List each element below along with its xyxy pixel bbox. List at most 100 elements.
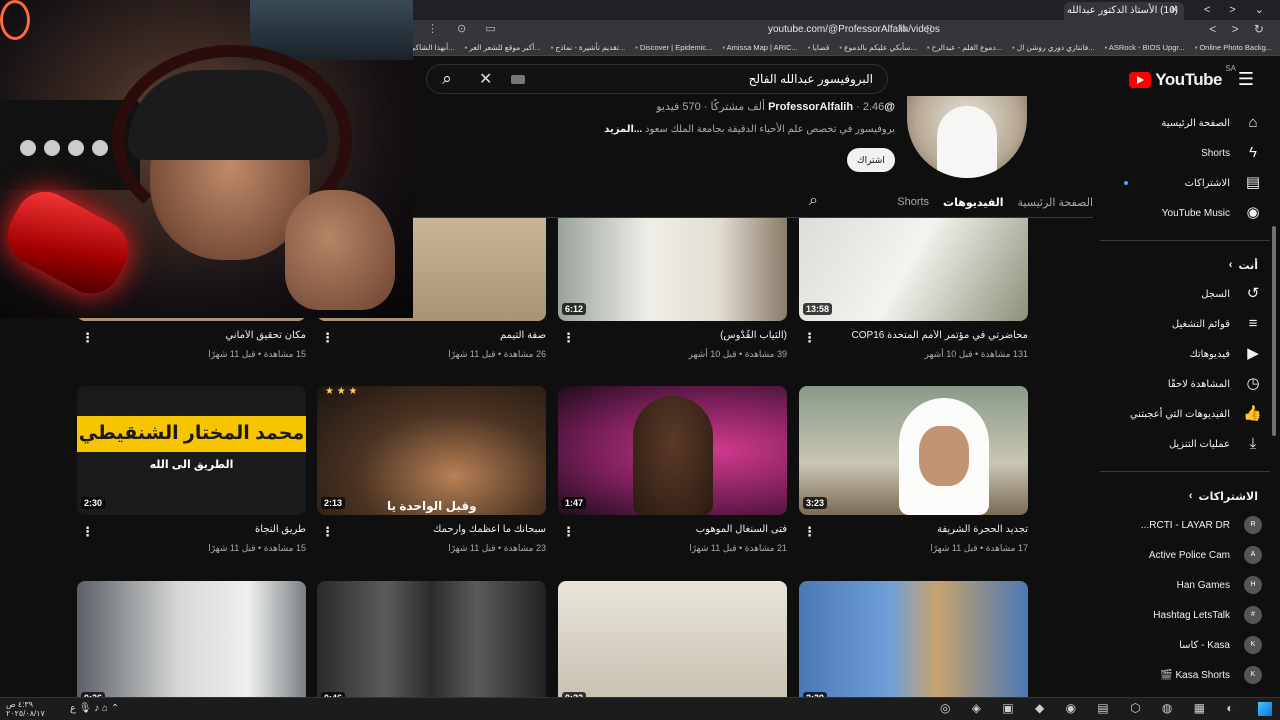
- channel-avatar-icon: R: [1244, 516, 1262, 534]
- sidebar-item-label: الاشتراكات: [1184, 177, 1230, 189]
- stars-icon: ★ ★ ★: [325, 386, 358, 397]
- sidebar-item[interactable]: ϟ Shorts: [1100, 138, 1270, 168]
- youtube-logo[interactable]: YouTube SA: [1129, 64, 1236, 90]
- browser-tab[interactable]: (16) الأستاذ الدكتور عبدالله بن سعد...: [1064, 2, 1184, 20]
- video-title[interactable]: فتى السنغال الموهوب: [587, 524, 787, 535]
- bookmark-item[interactable]: Amissa Map | ARIC...: [722, 43, 798, 52]
- bookmark-item[interactable]: Discover | Epidemic...: [635, 43, 712, 52]
- sidebar-item-label: Han Games: [1176, 579, 1230, 591]
- sidebar-item[interactable]: K Kasa - كاسا: [1100, 630, 1270, 660]
- more-options-icon[interactable]: ⋮: [803, 330, 816, 346]
- window-controls[interactable]: < > ⌄: [1204, 3, 1272, 16]
- streamer-cap: [128, 70, 328, 160]
- sidebar-item-label: YouTube Music: [1161, 207, 1230, 219]
- bookmarks-bar: Online Photo Backg... ASRock - BIOS Upgr.…: [413, 40, 1280, 56]
- video-card[interactable]: 6:12 (الثياب القُدْوس) 39 مشاهدة • قبل 10 …: [558, 218, 787, 382]
- bookmark-item[interactable]: Online Photo Backg...: [1195, 43, 1272, 52]
- video-card[interactable]: 0:26: [77, 581, 306, 697]
- nav-buttons[interactable]: < > ↻: [1209, 22, 1270, 36]
- video-card[interactable]: محمد المختار الشنقيطي الطريق الى الله 2:30…: [77, 386, 306, 576]
- video-card[interactable]: 3:23 تجديد الحجرة الشريفة 17 مشاهدة • قبل …: [799, 386, 1028, 576]
- channel-tab[interactable]: Shorts: [897, 196, 929, 208]
- video-thumbnail[interactable]: 0:22: [558, 581, 787, 697]
- more-options-icon[interactable]: ⋮: [321, 330, 334, 346]
- video-card[interactable]: 1:47 فتى السنغال الموهوب 21 مشاهدة • قبل 1…: [558, 386, 787, 576]
- more-link[interactable]: ...المزيد: [604, 124, 642, 135]
- more-options-icon[interactable]: ⋮: [321, 524, 334, 540]
- channel-avatar[interactable]: [907, 96, 1027, 178]
- more-options-icon[interactable]: ⋮: [562, 330, 575, 346]
- channel-search-icon[interactable]: ⌕: [809, 192, 818, 210]
- clear-search-icon[interactable]: ✕: [479, 69, 492, 89]
- close-tab-icon[interactable]: ✕: [1170, 3, 1179, 16]
- channel-tab[interactable]: الصفحة الرئيسية: [1018, 196, 1093, 209]
- taskbar-apps[interactable]: ◎ ◈ ▣ ◆ ◉ ▤ ⬡ ◍ ▦ ◐ ◑: [940, 701, 1271, 715]
- search-input[interactable]: البروفيسور عبدالله الفالح: [749, 72, 873, 86]
- scrollbar[interactable]: [1272, 226, 1276, 436]
- video-thumbnail[interactable]: 2:30: [799, 581, 1028, 697]
- video-title[interactable]: مكان تحقيق الأماني: [106, 330, 306, 341]
- video-title[interactable]: (الثياب القُدْوس): [587, 330, 787, 341]
- video-card[interactable]: 0:46: [317, 581, 546, 697]
- keyboard-icon[interactable]: [511, 75, 525, 84]
- sidebar-item[interactable]: K Kasa Shorts 🎬: [1100, 660, 1270, 690]
- address-bar: ⋮ ⊙ ▭ youtube.com/@ProfessorAlfalih/vide…: [413, 20, 1280, 40]
- bookmark-item[interactable]: تقديم تأشيرة - نماذج...: [551, 43, 625, 52]
- channel-tab[interactable]: الفيديوهات: [943, 196, 1004, 209]
- sidebar-item[interactable]: ≡ قوائم التشغيل: [1100, 309, 1270, 339]
- video-title[interactable]: محاضرتي في مؤتمر الأمم المتحدة COP16: [828, 330, 1028, 341]
- video-card[interactable]: ★ ★ ★ وقبل الواحدة يا 2:13 سبحانك ما أعظمك …: [317, 386, 546, 576]
- more-options-icon[interactable]: ⋮: [81, 524, 94, 540]
- youtube-header: ☰ YouTube SA البروفيسور عبدالله الفالح ✕…: [413, 56, 1280, 100]
- sidebar-item[interactable]: ⌂ الصفحة الرئيسية: [1100, 108, 1270, 138]
- search-icon[interactable]: ⌕: [429, 66, 465, 92]
- video-card[interactable]: 2:30: [799, 581, 1028, 697]
- sidebar-item[interactable]: 👍 الفيديوهات التي أعجبتني: [1100, 399, 1270, 429]
- bookmark-item[interactable]: فانتازي دوري روشن ال...: [1012, 43, 1095, 52]
- video-card[interactable]: 13:58 محاضرتي في مؤتمر الأمم المتحدة COP1…: [799, 218, 1028, 382]
- video-thumbnail[interactable]: 0:26: [77, 581, 306, 697]
- address-left-icons[interactable]: ⋮ ⊙ ▭: [427, 22, 504, 35]
- subscribe-button[interactable]: اشتراك: [847, 148, 895, 172]
- thumbnail-face: [919, 426, 969, 486]
- bookmark-item[interactable]: قضايا: [808, 43, 830, 52]
- sidebar-item[interactable]: ◉ YouTube Music: [1100, 198, 1270, 228]
- video-thumbnail[interactable]: محمد المختار الشنقيطي الطريق الى الله 2:30: [77, 386, 306, 515]
- sidebar-item[interactable]: ◷ المشاهدة لاحقًا: [1100, 369, 1270, 399]
- sidebar-item[interactable]: R RCTI - LAYAR DR...: [1100, 510, 1270, 540]
- sidebar-item[interactable]: A Active Police Cam: [1100, 540, 1270, 570]
- playlists-icon: ≡: [1248, 315, 1258, 332]
- video-thumbnail[interactable]: 0:46: [317, 581, 546, 697]
- video-card[interactable]: 0:22: [558, 581, 787, 697]
- video-thumbnail[interactable]: 1:47: [558, 386, 787, 515]
- bookmark-item[interactable]: سأبكي عليكم بالدموع...: [839, 43, 917, 52]
- video-title[interactable]: تجديد الحجرة الشريفة: [828, 524, 1028, 535]
- more-options-icon[interactable]: ⋮: [81, 330, 94, 346]
- bookmark-item[interactable]: أبهذا الشاكي وما بك...: [413, 43, 454, 52]
- more-options-icon[interactable]: ⋮: [803, 524, 816, 540]
- tune-icon[interactable]: ⇆ ▯: [898, 22, 940, 35]
- more-options-icon[interactable]: ⋮: [562, 524, 575, 540]
- start-icon[interactable]: [1258, 702, 1272, 716]
- menu-icon[interactable]: ☰: [1238, 69, 1254, 90]
- sidebar-item[interactable]: ▶ فيديوهاتك: [1100, 339, 1270, 369]
- sidebar-item[interactable]: ⤓ عمليات التنزيل: [1100, 429, 1270, 459]
- sidebar-section-heading[interactable]: أنت ›: [1100, 251, 1270, 279]
- video-thumbnail[interactable]: ★ ★ ★ وقبل الواحدة يا 2:13: [317, 386, 546, 515]
- search-box[interactable]: البروفيسور عبدالله الفالح ✕ ⌕: [426, 64, 888, 94]
- channel-description-line[interactable]: بروفيسور في تخصص علم الأحياء الدقيقة بجا…: [604, 124, 895, 135]
- video-title[interactable]: صفة التيمم: [346, 330, 546, 341]
- clock[interactable]: ٤:٣٩ ص ٢٠٢٥/٠٨/١٧: [6, 700, 45, 718]
- bookmark-item[interactable]: أكبر موقع للشعر العر...: [464, 43, 540, 52]
- sidebar-item[interactable]: ↺ السجل: [1100, 279, 1270, 309]
- system-tray[interactable]: ع 🎙 ♪ ⌂ ⌃: [70, 703, 119, 714]
- sidebar-section-heading[interactable]: الاشتراكات ›: [1100, 482, 1270, 510]
- video-title[interactable]: سبحانك ما أعظمك وأرحمك: [346, 524, 546, 535]
- bookmark-item[interactable]: دموع القلم - عبدالرح...: [927, 43, 1002, 52]
- video-title[interactable]: طريق النجاة: [106, 524, 306, 535]
- download-icon: ⤓: [1249, 435, 1257, 452]
- sidebar-item[interactable]: H Han Games: [1100, 570, 1270, 600]
- sidebar-item[interactable]: # Hashtag LetsTalk: [1100, 600, 1270, 630]
- bookmark-item[interactable]: ASRock - BIOS Upgr...: [1105, 43, 1185, 52]
- video-thumbnail[interactable]: 3:23: [799, 386, 1028, 515]
